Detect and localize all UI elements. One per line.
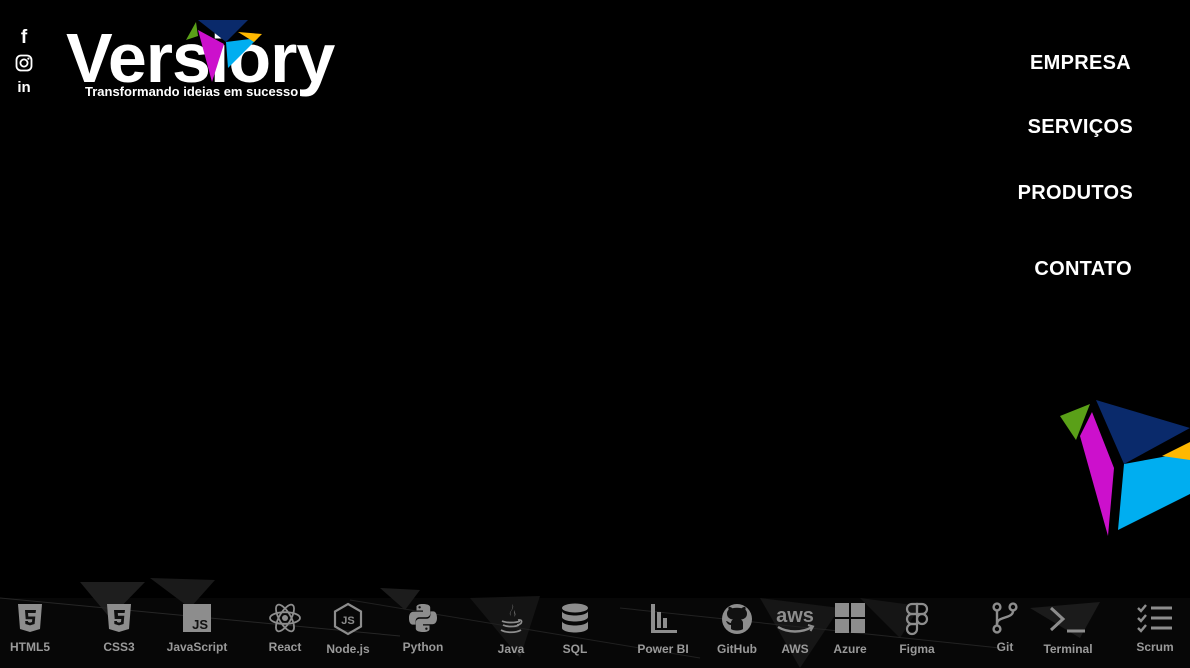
svg-text:JS: JS — [192, 617, 208, 632]
svg-text:JS: JS — [341, 615, 354, 627]
scrum-icon — [1137, 604, 1172, 633]
linkedin-icon[interactable]: in — [14, 78, 34, 98]
github-icon — [722, 604, 752, 634]
tech-label: SQL — [562, 642, 588, 656]
tech-label: Figma — [899, 642, 935, 656]
tech-item-css3: CSS3 — [84, 598, 154, 668]
javascript-icon: JS — [183, 604, 211, 632]
tech-item-powerbi: Power BI — [628, 598, 698, 668]
tech-label: Power BI — [637, 642, 689, 656]
tech-label: JavaScript — [166, 640, 228, 654]
logo-gem-icon — [186, 20, 262, 82]
tech-item-terminal: Terminal — [1033, 598, 1103, 668]
svg-text:aws: aws — [776, 605, 814, 627]
tech-item-azure: Azure — [815, 598, 885, 668]
tech-label: React — [268, 640, 302, 654]
python-icon — [409, 604, 437, 632]
tech-item-figma: Figma — [882, 598, 952, 668]
instagram-icon[interactable] — [14, 53, 34, 73]
powerbi-icon — [651, 604, 677, 633]
social-links: f in — [14, 28, 34, 103]
tech-item-scrum: Scrum — [1120, 598, 1190, 668]
nav-item-servicos[interactable]: SERVIÇOS — [1028, 116, 1133, 139]
facebook-icon[interactable]: f — [14, 28, 34, 48]
tech-label: Java — [497, 642, 525, 656]
nav-item-produtos[interactable]: PRODUTOS — [1018, 182, 1133, 205]
tech-item-react: React — [250, 598, 320, 668]
tech-label: HTML5 — [10, 640, 50, 654]
tech-label: AWS — [781, 642, 809, 656]
nodejs-icon: JS — [333, 602, 363, 636]
tech-item-nodejs: JS Node.js — [313, 598, 383, 668]
tech-item-javascript: JS JavaScript — [162, 598, 232, 668]
react-icon — [269, 603, 301, 633]
css3-icon — [107, 604, 131, 632]
tech-label: Terminal — [1043, 642, 1093, 656]
nav-item-contato[interactable]: CONTATO — [1034, 258, 1132, 281]
tech-item-python: Python — [388, 598, 458, 668]
decorative-gem-icon — [1060, 400, 1190, 536]
azure-icon — [835, 603, 865, 633]
tech-item-sql: SQL — [540, 598, 610, 668]
terminal-icon — [1049, 606, 1085, 633]
tech-label: Scrum — [1136, 640, 1174, 654]
tech-label: Python — [402, 640, 444, 654]
brand-tagline: Transformando ideias em sucesso — [85, 84, 299, 99]
page: f in Versiory Transformando ideias em su… — [0, 0, 1190, 668]
tech-label: Azure — [833, 642, 867, 656]
html5-icon — [18, 604, 42, 632]
tech-item-git: Git — [970, 598, 1040, 668]
figma-icon — [905, 602, 929, 636]
aws-icon: aws — [776, 605, 815, 633]
tech-item-java: Java — [476, 598, 546, 668]
brand-logo[interactable]: Versiory Transformando ideias em sucesso — [66, 18, 358, 102]
tech-label: CSS3 — [103, 640, 135, 654]
tech-label: GitHub — [717, 642, 757, 656]
tech-item-html5: HTML5 — [0, 598, 65, 668]
nav-item-empresa[interactable]: EMPRESA — [1030, 52, 1131, 75]
database-icon — [562, 603, 588, 633]
technology-strip: HTML5 CSS3 JS JavaScript React JS Node.j… — [0, 598, 1190, 668]
git-icon — [992, 602, 1018, 634]
tech-label: Git — [996, 640, 1014, 654]
tech-label: Node.js — [326, 642, 370, 656]
java-icon — [500, 604, 523, 634]
